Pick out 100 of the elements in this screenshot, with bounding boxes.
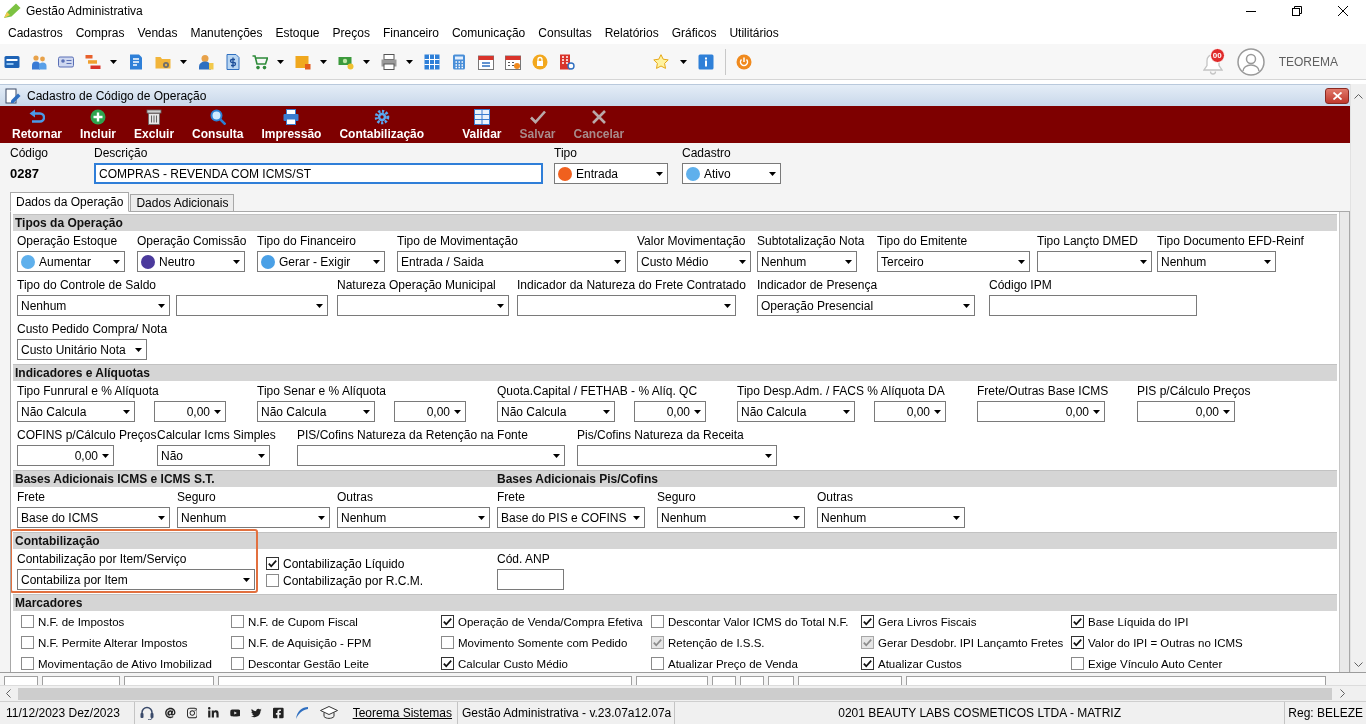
checkbox[interactable] xyxy=(441,636,454,649)
input-field[interactable] xyxy=(906,676,1326,685)
dropdown[interactable]: Nenhum xyxy=(177,507,330,528)
dropdown[interactable]: Nenhum xyxy=(1157,251,1276,272)
dropdown[interactable]: Não xyxy=(157,445,270,466)
checkbox[interactable] xyxy=(1071,657,1084,670)
dropdown[interactable]: 0,00 xyxy=(154,401,226,422)
menu-item[interactable]: Consultas xyxy=(538,26,592,40)
id-card-icon[interactable] xyxy=(58,53,74,70)
checkbox[interactable] xyxy=(861,657,874,670)
checkbox[interactable] xyxy=(231,657,244,670)
menu-item[interactable]: Financeiro xyxy=(382,26,439,40)
toolbar-button[interactable]: Contabilização xyxy=(339,108,425,141)
linkedin-icon[interactable] xyxy=(208,706,219,720)
power-icon[interactable] xyxy=(736,53,752,70)
calculator-icon[interactable] xyxy=(451,53,467,70)
menu-item[interactable]: Compras xyxy=(75,26,125,40)
input-field[interactable] xyxy=(768,676,794,685)
dropdown[interactable]: Aumentar xyxy=(17,251,125,272)
input-field[interactable] xyxy=(636,676,708,685)
input-field[interactable] xyxy=(497,569,564,590)
caret-icon[interactable] xyxy=(363,59,370,64)
dropdown[interactable]: Nenhum xyxy=(757,251,857,272)
headset-icon[interactable] xyxy=(140,706,154,720)
dropdown[interactable]: Entrada / Saida xyxy=(397,251,626,272)
toolbar-button[interactable]: Consulta xyxy=(192,108,244,141)
input-field[interactable] xyxy=(798,676,902,685)
dropdown[interactable]: Operação Presencial xyxy=(757,295,975,316)
toolbar-button[interactable]: Retornar xyxy=(12,108,62,141)
user-avatar-icon[interactable] xyxy=(1236,47,1265,76)
dropdown[interactable] xyxy=(1037,251,1152,272)
toolbar-button[interactable]: Excluir xyxy=(134,108,175,141)
dropdown[interactable] xyxy=(297,445,565,466)
scroll-left-icon[interactable] xyxy=(5,689,11,698)
checkbox[interactable] xyxy=(861,615,874,628)
printer-icon[interactable] xyxy=(381,53,397,70)
scrollbar-thumb[interactable] xyxy=(18,687,1332,700)
scroll-down-icon[interactable] xyxy=(1354,662,1363,667)
checkbox[interactable] xyxy=(1071,636,1084,649)
scrollbar[interactable] xyxy=(1350,84,1366,672)
toolbar-button[interactable]: Incluir xyxy=(80,108,117,141)
dropdown[interactable]: 0,00 xyxy=(634,401,706,422)
checkbox[interactable] xyxy=(21,657,34,670)
dropdown[interactable]: 0,00 xyxy=(17,445,114,466)
cart-icon[interactable] xyxy=(252,53,268,70)
website-link[interactable]: Teorema Sistemas xyxy=(352,706,453,720)
swoosh-icon[interactable] xyxy=(294,706,309,720)
close-button[interactable] xyxy=(1325,87,1349,104)
menu-item[interactable]: Gráficos xyxy=(671,26,717,40)
building-icon[interactable] xyxy=(559,53,575,70)
checkbox[interactable] xyxy=(21,615,34,628)
list-icon[interactable] xyxy=(85,53,101,70)
toolbar-button[interactable]: Impressão xyxy=(261,108,322,141)
caret-icon[interactable] xyxy=(680,59,687,64)
menu-item[interactable]: Manutenções xyxy=(190,26,263,40)
minimize-icon[interactable] xyxy=(1246,10,1256,12)
caret-icon[interactable] xyxy=(110,59,117,64)
dollar-document-icon[interactable] xyxy=(225,53,241,70)
panel-icon[interactable] xyxy=(4,53,20,70)
facebook-icon[interactable] xyxy=(273,706,284,720)
checkbox[interactable] xyxy=(231,636,244,649)
dropdown[interactable] xyxy=(517,295,736,316)
dropdown[interactable]: 0,00 xyxy=(874,401,946,422)
tab[interactable]: Dados da Operação xyxy=(10,192,130,212)
toolbar-button[interactable]: Validar xyxy=(462,108,502,141)
dropdown[interactable] xyxy=(577,445,777,466)
checkbox[interactable] xyxy=(651,615,664,628)
close-icon[interactable] xyxy=(1338,6,1348,16)
dropdown[interactable]: 0,00 xyxy=(394,401,466,422)
caret-icon[interactable] xyxy=(180,59,187,64)
caret-icon[interactable] xyxy=(277,59,284,64)
dropdown[interactable]: Nenhum xyxy=(337,507,490,528)
checkbox[interactable] xyxy=(266,574,279,587)
dropdown[interactable]: Não Calcula xyxy=(17,401,135,422)
checkbox[interactable] xyxy=(231,615,244,628)
scrollbar[interactable] xyxy=(1339,212,1349,672)
dropdown[interactable]: Terceiro xyxy=(877,251,1030,272)
dropdown[interactable]: Entrada xyxy=(554,163,668,184)
checkbox[interactable] xyxy=(441,615,454,628)
input-field[interactable]: COMPRAS - REVENDA COM ICMS/ST xyxy=(94,163,543,184)
input-field[interactable] xyxy=(124,676,214,685)
dropdown[interactable]: Base do ICMS xyxy=(17,507,170,528)
user-icon[interactable] xyxy=(198,53,214,70)
dropdown[interactable]: 0,00 xyxy=(977,401,1105,422)
input-field[interactable] xyxy=(740,676,764,685)
dropdown[interactable]: Nenhum xyxy=(817,507,965,528)
input-field[interactable] xyxy=(989,295,1197,316)
dropdown[interactable]: 0,00 xyxy=(1137,401,1235,422)
tab[interactable]: Dados Adicionais xyxy=(130,194,235,212)
menu-item[interactable]: Utilitários xyxy=(729,26,779,40)
menu-item[interactable]: Comunicação xyxy=(451,26,526,40)
dropdown[interactable]: Nenhum xyxy=(657,507,805,528)
menu-item[interactable]: Cadastros xyxy=(8,26,63,40)
caret-icon[interactable] xyxy=(320,59,327,64)
menu-item[interactable]: Preços xyxy=(332,26,370,40)
youtube-icon[interactable] xyxy=(229,706,241,720)
checkbox[interactable] xyxy=(21,636,34,649)
dropdown[interactable] xyxy=(337,295,509,316)
dropdown[interactable]: Não Calcula xyxy=(737,401,855,422)
input-field[interactable] xyxy=(712,676,736,685)
